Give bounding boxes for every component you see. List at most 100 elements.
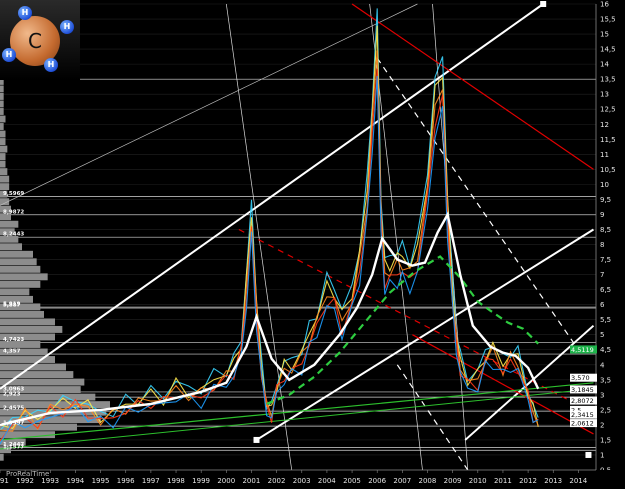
x-tick-label: 1996 — [117, 477, 135, 485]
x-tick-label: 2004 — [318, 477, 336, 485]
y-tick-label: 8,5 — [600, 226, 611, 234]
x-tick-label: 2014 — [569, 477, 587, 485]
x-tick-label: 2009 — [444, 477, 462, 485]
volume-profile-bar — [0, 183, 10, 191]
y-tick-label: 13 — [600, 91, 609, 99]
volume-profile-bar — [0, 108, 4, 115]
x-tick-label: 2005 — [343, 477, 361, 485]
volume-profile-bar — [0, 250, 33, 258]
logo: C H H H H — [0, 0, 80, 80]
trend-endpoint-marker — [540, 1, 547, 7]
left-level-label: 8,9872 — [3, 209, 24, 215]
hydrogen-atom-icon: H — [2, 48, 16, 62]
x-tick-label: 2002 — [268, 477, 286, 485]
volume-profile-bar — [0, 265, 41, 273]
y-tick-label: 7,5 — [600, 256, 611, 264]
hydrogen-atom-icon: H — [44, 58, 58, 72]
x-tick-label: 2007 — [393, 477, 411, 485]
volume-profile-bar — [0, 273, 48, 281]
hydrogen-atom-icon: H — [18, 6, 32, 20]
volume-profile-bar — [0, 138, 6, 146]
y-tick-label: 2,5 — [600, 406, 611, 414]
price-badge: 4,5119 — [570, 345, 597, 354]
y-tick-label: 7 — [600, 271, 604, 279]
left-level-label: 2,4575 — [3, 406, 24, 412]
y-tick-label: 6,5 — [600, 286, 611, 294]
volume-profile-bar — [0, 220, 19, 228]
y-tick-label: 9 — [600, 211, 604, 219]
x-tick-label: 1993 — [41, 477, 59, 485]
y-tick-label: 3 — [600, 391, 604, 399]
y-tick-label: 10 — [600, 181, 609, 189]
price-badge: 2,3415 — [570, 410, 597, 419]
volume-profile-bar — [0, 153, 6, 161]
x-tick-label: 2008 — [419, 477, 437, 485]
y-tick-label: 15,5 — [600, 16, 616, 24]
x-tick-label: 2013 — [544, 477, 562, 485]
volume-profile-bar — [0, 243, 22, 251]
volume-profile-bar — [0, 371, 74, 379]
volume-profile-bar — [0, 280, 41, 288]
left-level-label: 1,1577 — [3, 445, 24, 451]
y-tick-label: 5,5 — [600, 316, 611, 324]
price-badge: 2,0612 — [570, 419, 597, 428]
y-tick-label: 3,5 — [600, 376, 611, 384]
hydrogen-atom-icon: H — [60, 20, 74, 34]
x-tick-label: 1998 — [167, 477, 185, 485]
volume-profile-bar — [0, 160, 6, 168]
y-tick-label: 5 — [600, 331, 604, 339]
volume-profile-bar — [0, 356, 55, 363]
volume-profile-bar — [0, 145, 8, 153]
x-tick-label: 2011 — [494, 477, 512, 485]
x-tick-label: 2012 — [519, 477, 537, 485]
price-badge-label: 3,570 — [571, 374, 590, 382]
chart: 0,511,522,533,544,555,566,577,588,599,51… — [0, 0, 625, 489]
y-tick-label: 10,5 — [600, 166, 616, 174]
volume-profile-bar — [0, 123, 4, 130]
trend-endpoint-marker — [585, 451, 592, 458]
left-level-label: 2,923 — [3, 392, 21, 398]
left-level-label: 9,5969 — [3, 191, 24, 197]
y-tick-label: 14 — [600, 61, 609, 69]
price-badge: 3,1845 — [570, 385, 597, 394]
y-tick-label: 4,5 — [600, 346, 611, 354]
x-tick-label: 1997 — [142, 477, 160, 485]
volume-profile-bar — [0, 115, 6, 123]
volume-profile-bar — [0, 325, 63, 333]
y-tick-label: 15 — [600, 31, 609, 39]
volume-profile-bar — [0, 258, 37, 266]
x-tick-label: 2010 — [469, 477, 487, 485]
y-tick-label: 2 — [600, 421, 604, 429]
y-tick-label: 8 — [600, 241, 604, 249]
x-tick-label: 2003 — [293, 477, 311, 485]
x-tick-label: 2001 — [242, 477, 260, 485]
left-level-label: 1,9597 — [3, 421, 24, 427]
volume-profile-bar — [0, 168, 8, 176]
x-tick-label: 2006 — [368, 477, 386, 485]
volume-profile-bar — [0, 85, 4, 93]
y-tick-label: 9,5 — [600, 196, 611, 204]
left-level-label: 4,357 — [3, 349, 21, 355]
left-level-label: 8,2443 — [3, 232, 24, 238]
price-badge-label: 3,1845 — [571, 386, 594, 394]
volume-profile-bar — [0, 288, 30, 296]
y-tick-label: 6 — [600, 301, 605, 309]
x-tick-label: 1992 — [16, 477, 34, 485]
y-tick-label: 1,5 — [600, 436, 611, 444]
y-tick-label: 12 — [600, 121, 609, 129]
volume-profile-bar — [0, 453, 4, 461]
volume-profile-bar — [0, 175, 10, 183]
chart-svg: 0,511,522,533,544,555,566,577,588,599,51… — [0, 0, 625, 489]
y-tick-label: 4 — [600, 361, 605, 369]
source-label: ProRealTime — [6, 470, 50, 478]
x-tick-label: 2000 — [217, 477, 235, 485]
price-badge: 3,570 — [570, 373, 597, 382]
y-tick-label: 13,5 — [600, 76, 616, 84]
volume-profile-bar — [0, 310, 44, 318]
left-level-label: 5,887 — [3, 303, 21, 309]
x-tick-label: 1999 — [192, 477, 210, 485]
price-badge-label: 4,5119 — [571, 346, 594, 354]
x-tick-label: 1991 — [0, 477, 9, 485]
price-badge-label: 2,3415 — [571, 411, 594, 419]
volume-profile-bar — [0, 130, 6, 138]
